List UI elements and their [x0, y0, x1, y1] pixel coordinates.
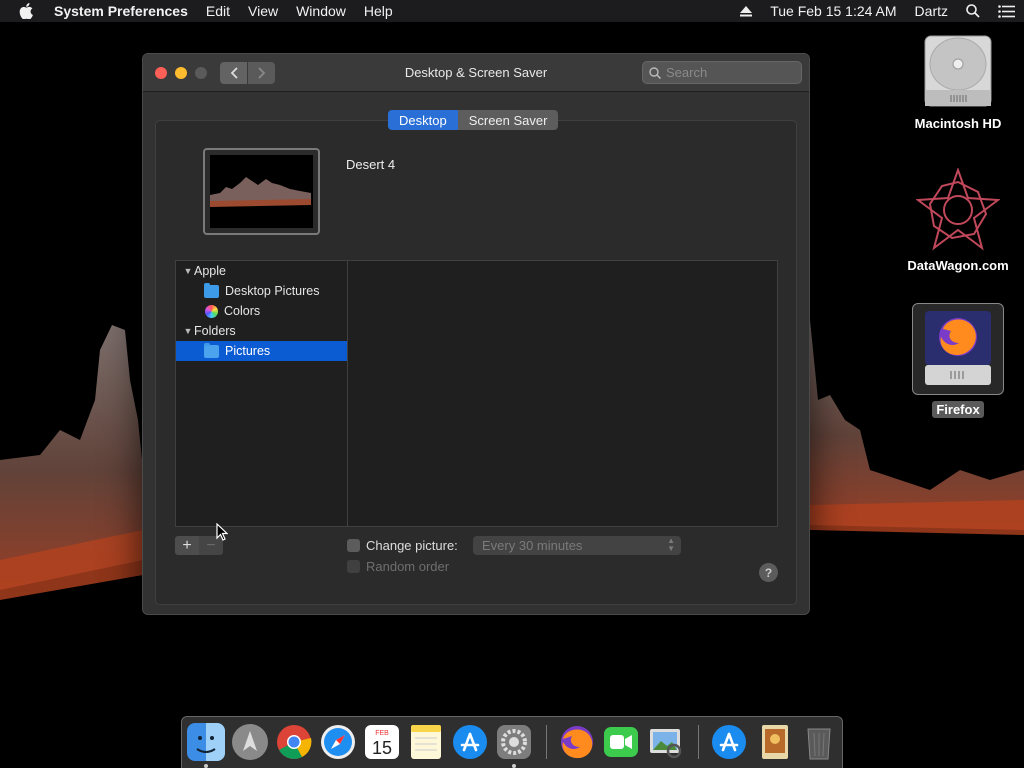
source-item-desktop-pictures[interactable]: Desktop Pictures [176, 281, 347, 301]
checkbox-box[interactable] [347, 539, 360, 552]
system-preferences-icon[interactable] [495, 723, 533, 761]
chrome-icon[interactable] [275, 723, 313, 761]
search-field[interactable] [642, 61, 802, 84]
eject-icon[interactable] [731, 5, 761, 17]
change-picture-checkbox[interactable]: Change picture: [347, 538, 458, 553]
calendar-icon[interactable]: FEB 15 [363, 723, 401, 761]
disclosure-triangle-icon[interactable]: ▼ [182, 326, 194, 336]
color-wheel-icon [205, 304, 218, 318]
menu-bar: System Preferences Edit View Window Help… [0, 0, 1024, 22]
datawagon-star-icon [916, 168, 1000, 251]
desktop-icon-label: DataWagon.com [907, 258, 1009, 273]
hard-drive-icon [924, 35, 992, 107]
source-item-colors[interactable]: Colors [176, 301, 347, 321]
safari-icon[interactable] [319, 723, 357, 761]
apple-menu-icon[interactable] [0, 3, 52, 19]
help-button[interactable]: ? [759, 563, 778, 582]
interval-popup[interactable]: Every 30 minutes ▲ ▼ [473, 536, 681, 555]
firefox-icon[interactable] [558, 723, 596, 761]
desktop-icon-firefox[interactable]: Firefox [903, 303, 1013, 418]
random-order-checkbox[interactable]: Random order [347, 559, 449, 574]
source-label: Desktop Pictures [225, 284, 320, 298]
app-store-icon[interactable] [451, 723, 489, 761]
menu-edit[interactable]: Edit [197, 3, 239, 19]
random-order-label: Random order [366, 559, 450, 574]
desktop-screensaver-window: Desktop & Screen Saver Desktop Screen Sa… [142, 53, 810, 615]
desert-thumbnail-image [210, 155, 311, 226]
running-indicator [204, 764, 208, 768]
dock-separator [698, 725, 699, 759]
menu-window[interactable]: Window [287, 3, 355, 19]
notification-center-icon[interactable] [989, 4, 1024, 18]
menu-help[interactable]: Help [355, 3, 402, 19]
launchpad-icon[interactable] [231, 723, 269, 761]
firefox-disk-image-icon [925, 311, 991, 385]
source-group-apple[interactable]: ▼ Apple [176, 261, 347, 281]
up-down-arrows-icon: ▲ ▼ [667, 536, 675, 553]
search-input[interactable] [666, 65, 796, 80]
menu-user[interactable]: Dartz [906, 3, 957, 19]
menu-app-name[interactable]: System Preferences [52, 3, 197, 19]
source-item-pictures[interactable]: Pictures [176, 341, 347, 361]
dock: FEB 15 [181, 716, 843, 768]
current-picture-preview [203, 148, 320, 235]
tab-control: Desktop Screen Saver [388, 110, 559, 130]
desktop-icon-macintosh-hd[interactable]: Macintosh HD [903, 32, 1013, 131]
tab-screen-saver[interactable]: Screen Saver [457, 110, 559, 130]
source-label: Pictures [225, 344, 271, 358]
source-label: Colors [224, 304, 261, 318]
tab-desktop[interactable]: Desktop [388, 110, 458, 130]
current-picture-name: Desert 4 [346, 157, 396, 172]
dock-separator [546, 725, 547, 759]
change-picture-label: Change picture: [366, 538, 458, 553]
calendar-day: 15 [372, 738, 392, 758]
menu-view[interactable]: View [239, 3, 287, 19]
preview-icon[interactable] [646, 723, 684, 761]
finder-icon[interactable] [187, 723, 225, 761]
app-store-download-icon[interactable] [710, 723, 748, 761]
source-label: Apple [194, 264, 226, 278]
folder-icon [204, 342, 219, 358]
mouse-pointer-icon [216, 523, 228, 541]
interval-value: Every 30 minutes [482, 538, 583, 553]
trash-icon[interactable] [800, 723, 838, 761]
picture-grid[interactable] [347, 260, 778, 527]
game-icon[interactable] [756, 723, 794, 761]
desktop-icon-label: Firefox [932, 401, 984, 418]
spotlight-search-icon[interactable] [957, 4, 989, 18]
notes-icon[interactable] [407, 723, 445, 761]
search-icon [649, 66, 661, 79]
add-folder-button[interactable]: + [175, 536, 199, 555]
desktop-icon-datawagon[interactable]: DataWagon.com [903, 168, 1013, 273]
disclosure-triangle-icon[interactable]: ▼ [182, 266, 194, 276]
calendar-month: FEB [375, 730, 389, 737]
desktop-icon-label: Macintosh HD [914, 116, 1002, 131]
menu-clock[interactable]: Tue Feb 15 1:24 AM [761, 3, 905, 19]
source-label: Folders [194, 324, 236, 338]
checkbox-box[interactable] [347, 560, 360, 573]
running-indicator [512, 764, 516, 768]
folder-icon [204, 282, 219, 298]
source-list: ▼ Apple Desktop Pictures Colors ▼ Folder… [175, 260, 347, 527]
source-group-folders[interactable]: ▼ Folders [176, 321, 347, 341]
window-titlebar[interactable]: Desktop & Screen Saver [143, 54, 809, 527]
facetime-icon[interactable] [602, 723, 640, 761]
